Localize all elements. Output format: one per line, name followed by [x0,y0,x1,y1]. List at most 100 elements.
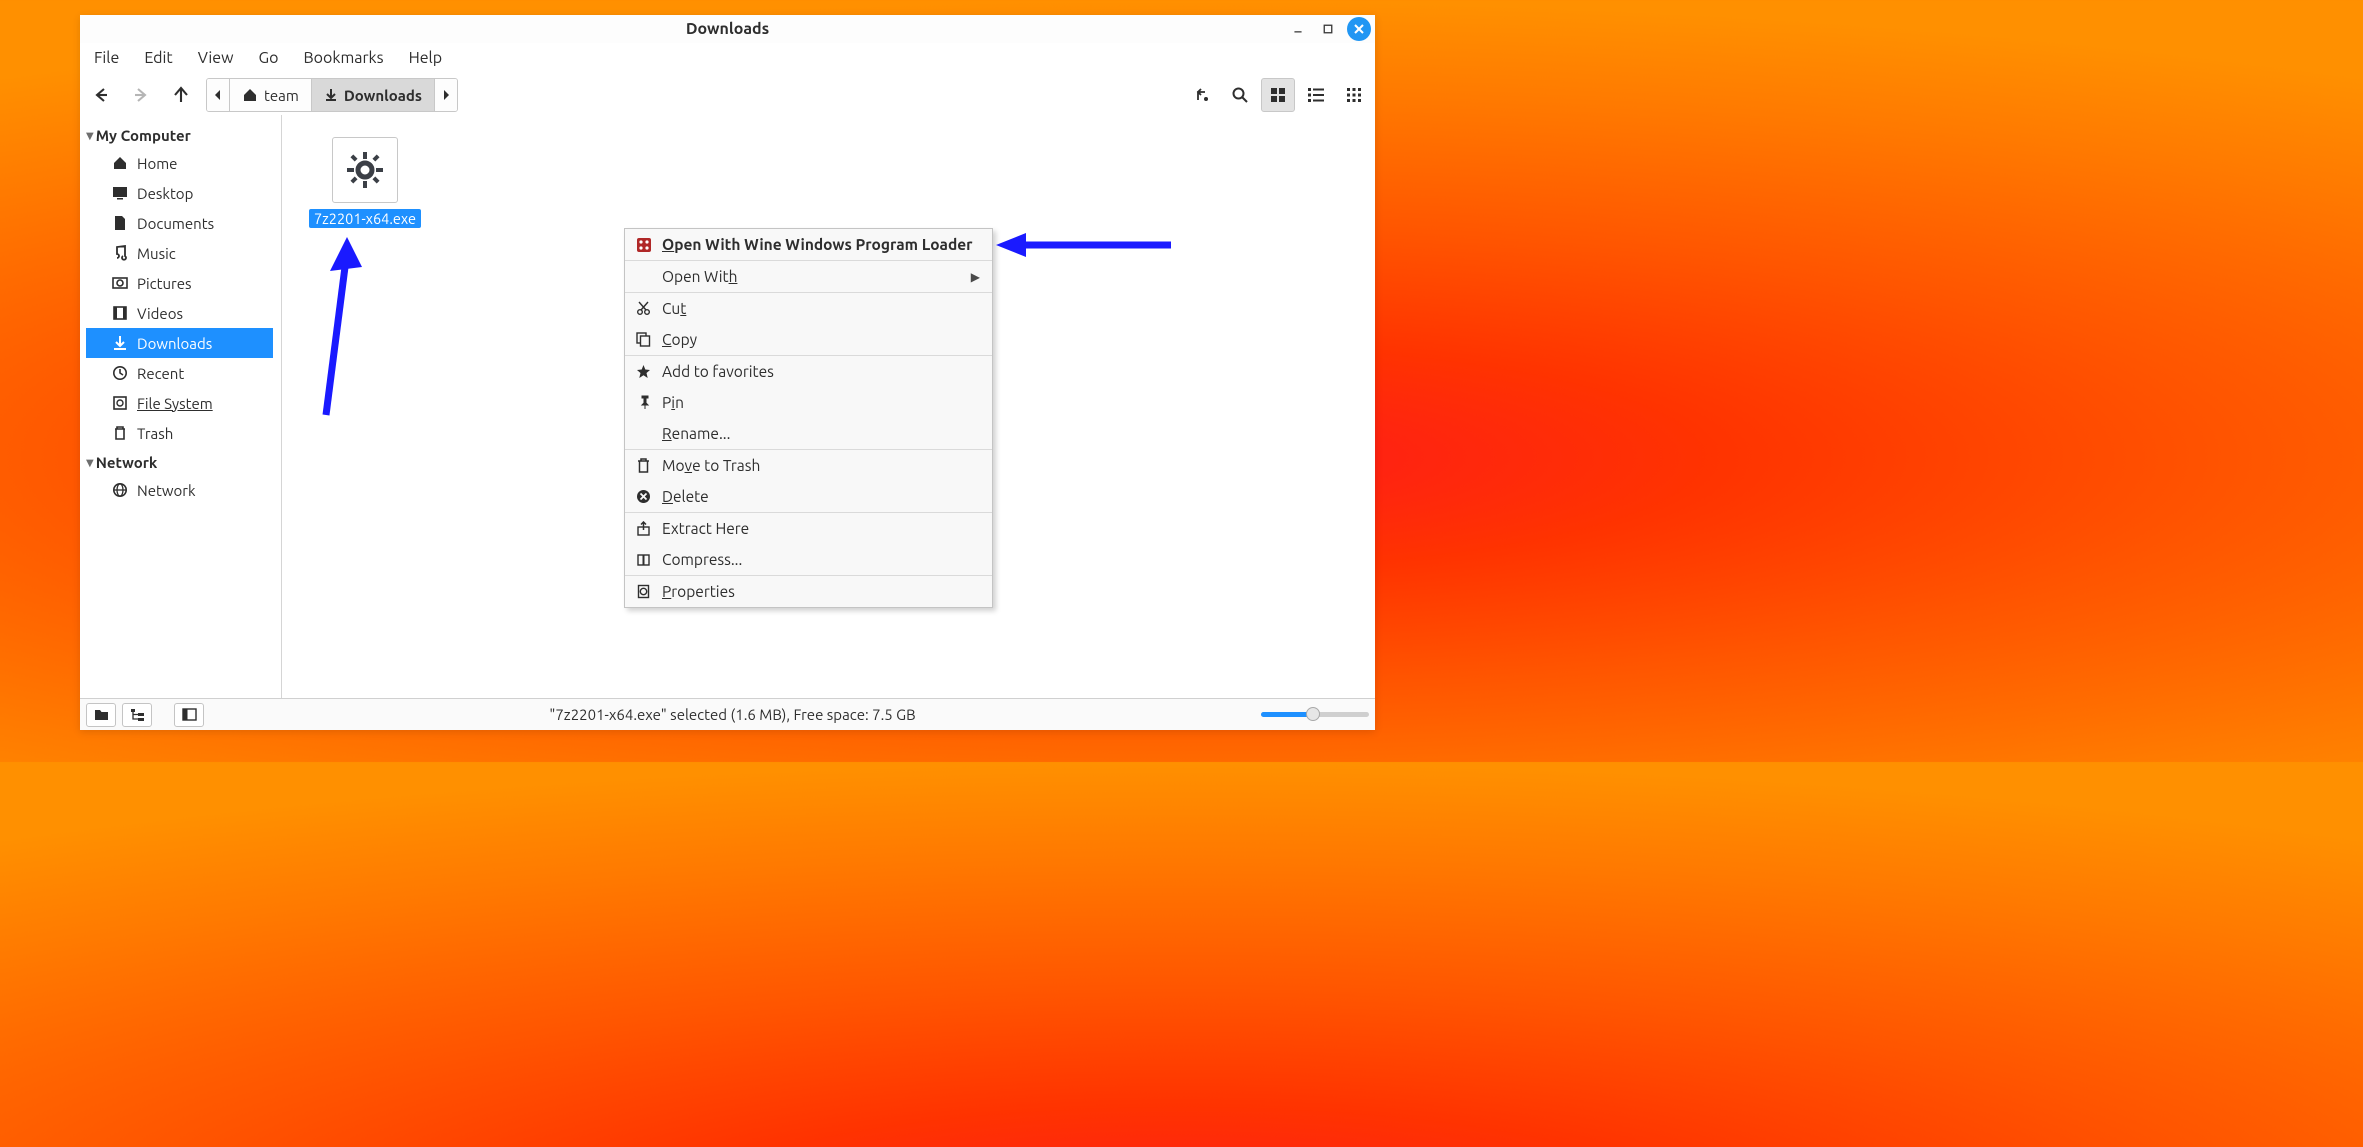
cm-label: Properties [662,583,980,600]
sidebar-item-music[interactable]: Music [86,238,273,268]
close-button[interactable] [1347,17,1371,41]
sidebar-item-downloads[interactable]: Downloads [86,328,273,358]
menu-bookmarks[interactable]: Bookmarks [297,47,389,69]
up-button[interactable] [164,78,198,112]
cm-properties[interactable]: Properties [625,576,992,607]
cm-label: Open With Wine Windows Program Loader [662,236,980,253]
breadcrumb-home[interactable]: team [230,79,312,111]
menu-help[interactable]: Help [403,47,449,69]
sidebar-item-documents[interactable]: Documents [86,208,273,238]
network-icon [112,482,128,498]
sidebar-item-filesystem[interactable]: File System [86,388,273,418]
menu-file[interactable]: File [88,47,125,69]
sidebar-section-computer: ▼ My Computer Home Desktop Documents [80,121,281,448]
blank-icon [635,425,652,442]
zoom-track [1261,712,1369,717]
cm-label: Add to favorites [662,363,980,380]
sidebar-item-pictures[interactable]: Pictures [86,268,273,298]
sidebar-item-network[interactable]: Network [86,475,273,505]
compact-view-button[interactable] [1337,78,1371,112]
chevron-right-icon: ▶ [971,270,980,284]
breadcrumb-prev[interactable] [207,79,230,111]
chevron-left-icon [214,89,222,101]
cm-copy[interactable]: Copy [625,324,992,355]
cm-add-favorites[interactable]: Add to favorites [625,356,992,387]
places-button[interactable] [86,703,116,727]
cm-move-to-trash[interactable]: Move to Trash [625,450,992,481]
cm-extract-here[interactable]: Extract Here [625,513,992,544]
show-sidebar-button[interactable] [174,703,204,727]
sidebar-item-trash[interactable]: Trash [86,418,273,448]
cm-label: Copy [662,331,980,348]
sidebar-item-videos[interactable]: Videos [86,298,273,328]
list-icon [1307,86,1325,104]
toggle-location-button[interactable] [1185,78,1219,112]
icon-view-button[interactable] [1261,78,1295,112]
sidebar-item-desktop[interactable]: Desktop [86,178,273,208]
search-button[interactable] [1223,78,1257,112]
chevron-down-icon: ▼ [86,457,94,469]
cm-cut[interactable]: Cut [625,293,992,324]
cm-label: Extract Here [662,520,980,537]
section-header-label: My Computer [96,127,191,144]
statusbar: "7z2201-x64.exe" selected (1.6 MB), Free… [80,698,1375,730]
gear-icon [345,150,385,190]
delete-icon [635,488,652,505]
file-item-7z[interactable]: 7z2201-x64.exe [306,137,424,228]
blank-icon [635,268,652,285]
cm-compress[interactable]: Compress... [625,544,992,575]
desktop-icon [112,185,128,201]
forward-button[interactable] [124,78,158,112]
file-pane[interactable]: 7z2201-x64.exe Open With Wine Windows Pr… [282,115,1375,698]
sidebar-item-label: Desktop [137,185,193,202]
cm-rename[interactable]: Rename... [625,418,992,449]
menu-go[interactable]: Go [253,47,285,69]
minimize-button[interactable] [1287,18,1309,40]
breadcrumb-home-label: team [264,87,299,104]
back-button[interactable] [84,78,118,112]
sidebar-item-label: Trash [137,425,173,442]
section-header-computer[interactable]: ▼ My Computer [86,125,273,148]
filesystem-icon [112,395,128,411]
cut-icon [635,300,652,317]
tree-icon [130,708,145,721]
videos-icon [112,305,128,321]
cm-label: Open With [662,268,961,285]
cm-pin[interactable]: Pin [625,387,992,418]
folder-icon [94,708,109,721]
menu-edit[interactable]: Edit [138,47,178,69]
zoom-slider[interactable] [1261,712,1369,717]
download-icon [324,88,338,102]
file-name-label: 7z2201-x64.exe [309,209,421,228]
sidebar-item-label: Pictures [137,275,192,292]
copy-icon [635,331,652,348]
cm-label: Delete [662,488,980,505]
arrow-up-icon [171,85,191,105]
window-controls [1287,17,1371,41]
cm-open-with-wine[interactable]: Open With Wine Windows Program Loader [625,229,992,260]
search-icon [1231,86,1249,104]
chevron-down-icon: ▼ [86,130,94,142]
sidebar-item-home[interactable]: Home [86,148,273,178]
maximize-button[interactable] [1317,18,1339,40]
sidebar-item-label: Music [137,245,176,262]
treeview-button[interactable] [122,703,152,727]
cm-label: Pin [662,394,980,411]
menu-view[interactable]: View [192,47,240,69]
music-icon [112,245,128,261]
section-header-network[interactable]: ▼ Network [86,452,273,475]
toggle-location-icon [1193,86,1211,104]
breadcrumb-next[interactable] [435,79,457,111]
zoom-thumb[interactable] [1306,707,1320,721]
cm-open-with[interactable]: Open With ▶ [625,261,992,292]
list-view-button[interactable] [1299,78,1333,112]
cm-delete[interactable]: Delete [625,481,992,512]
breadcrumb-current-label: Downloads [344,87,422,104]
sidebar-item-label: File System [137,395,213,412]
minimize-icon [1293,22,1303,36]
arrow-right-icon [131,85,151,105]
sidebar-item-recent[interactable]: Recent [86,358,273,388]
breadcrumb-current[interactable]: Downloads [312,79,435,111]
annotation-arrow-vertical [312,237,362,417]
context-menu: Open With Wine Windows Program Loader Op… [624,228,993,608]
